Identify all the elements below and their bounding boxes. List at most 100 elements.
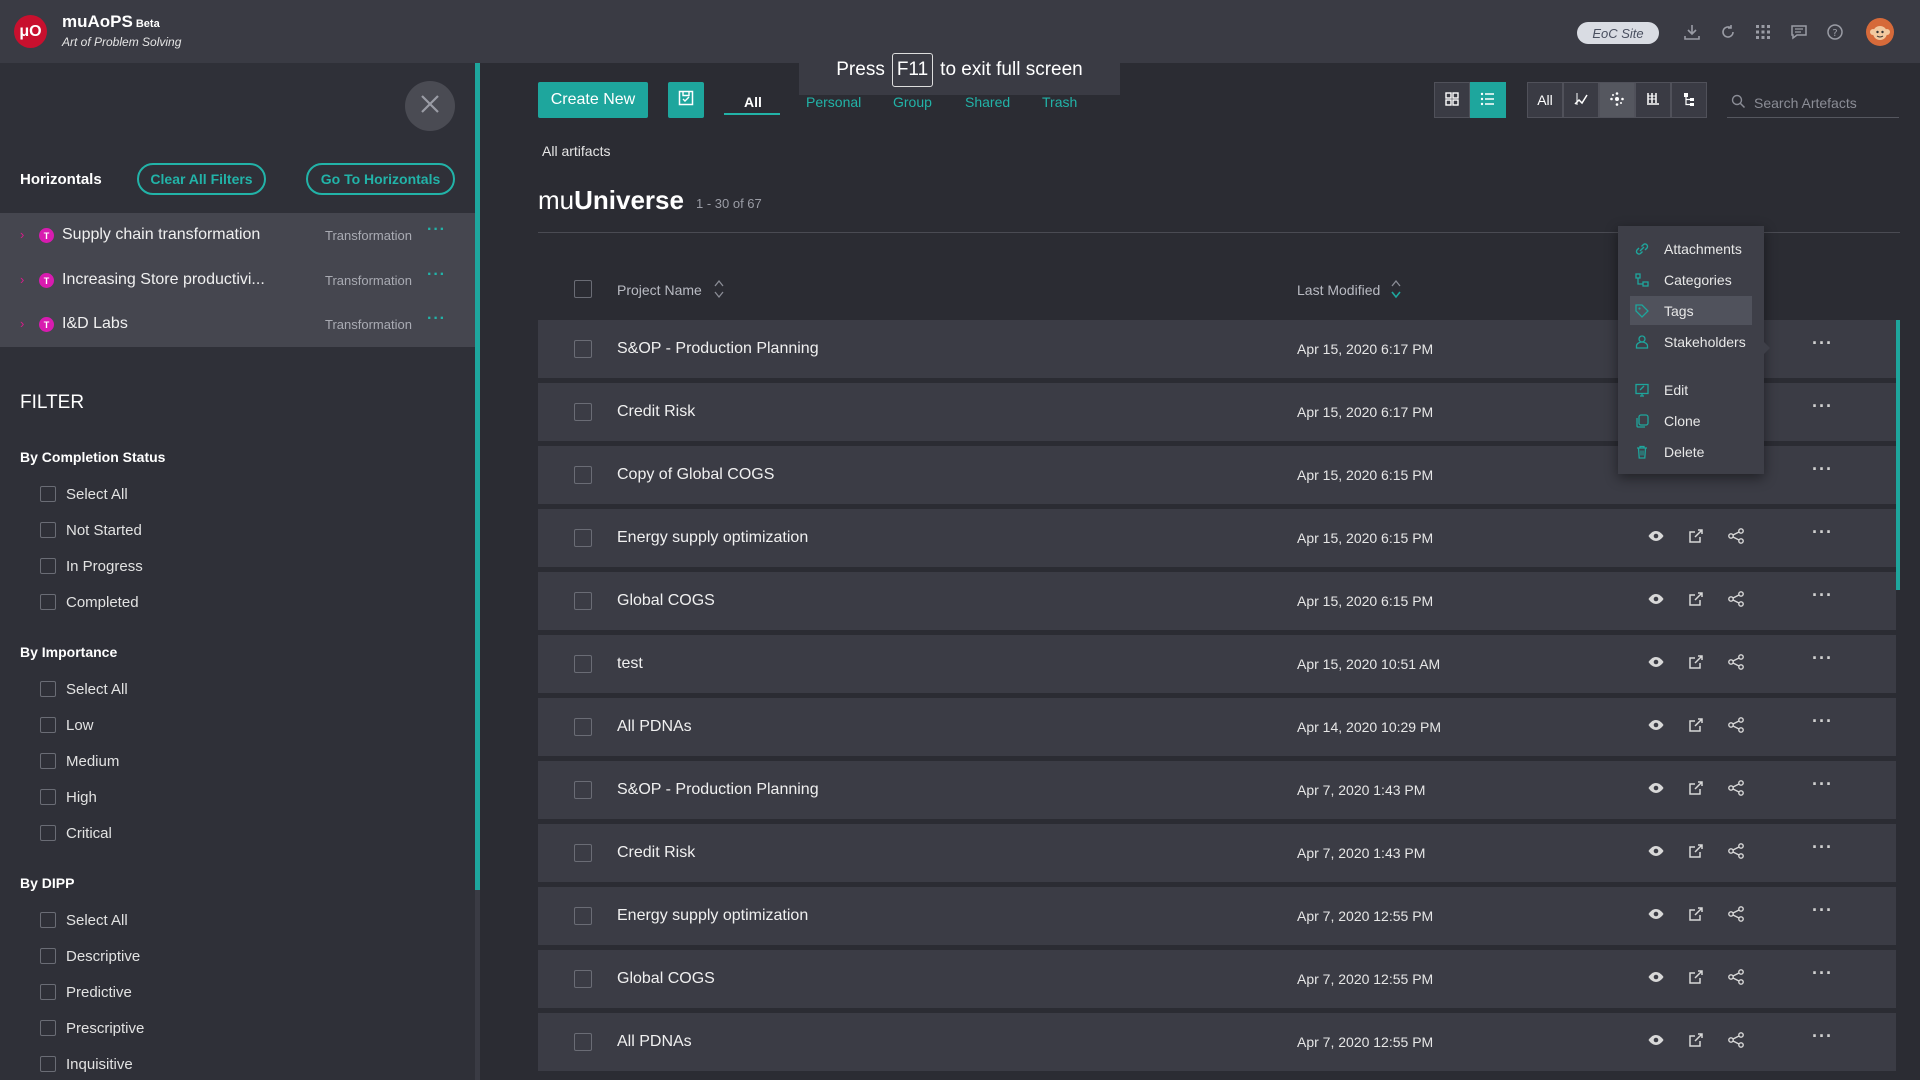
menu-item-tags[interactable]: Tags: [1630, 296, 1752, 325]
project-name[interactable]: Copy of Global COGS: [617, 466, 774, 484]
eye-icon[interactable]: [1646, 967, 1666, 987]
filter-option[interactable]: Prescriptive: [40, 1018, 144, 1038]
table-row[interactable]: Global COGS Apr 7, 2020 12:55 PM ···: [538, 950, 1896, 1008]
tab-trash[interactable]: Trash: [1042, 94, 1077, 110]
row-checkbox[interactable]: [574, 655, 592, 673]
close-sidebar-button[interactable]: [405, 81, 455, 131]
eye-icon[interactable]: [1646, 841, 1666, 861]
chat-icon[interactable]: [1789, 22, 1809, 42]
project-name[interactable]: Credit Risk: [617, 844, 695, 862]
share-icon[interactable]: [1726, 1030, 1746, 1050]
more-options-icon[interactable]: ···: [1812, 963, 1833, 984]
filter-option[interactable]: Low: [40, 715, 94, 735]
checkbox[interactable]: [40, 912, 56, 928]
sort-icon[interactable]: [1390, 278, 1402, 305]
filter-option[interactable]: Critical: [40, 823, 112, 843]
row-checkbox[interactable]: [574, 403, 592, 421]
export-icon[interactable]: [1686, 526, 1706, 546]
horizontal-item[interactable]: › T Increasing Store productivi... Trans…: [0, 259, 475, 303]
more-options-icon[interactable]: ···: [1812, 459, 1833, 480]
checkbox[interactable]: [40, 1020, 56, 1036]
export-icon[interactable]: [1686, 778, 1706, 798]
project-name[interactable]: Global COGS: [617, 592, 715, 610]
refresh-icon[interactable]: [1718, 22, 1738, 42]
avatar[interactable]: [1866, 18, 1894, 46]
more-options-icon[interactable]: ···: [1812, 837, 1833, 858]
project-name[interactable]: Credit Risk: [617, 403, 695, 421]
project-name[interactable]: S&OP - Production Planning: [617, 340, 819, 358]
project-name[interactable]: Global COGS: [617, 970, 715, 988]
eye-icon[interactable]: [1646, 652, 1666, 672]
filter-option[interactable]: In Progress: [40, 556, 143, 576]
export-icon[interactable]: [1686, 715, 1706, 735]
share-icon[interactable]: [1726, 904, 1746, 924]
filter-option[interactable]: Medium: [40, 751, 119, 771]
create-new-button[interactable]: Create New: [538, 82, 648, 118]
project-name[interactable]: All PDNAs: [617, 1033, 692, 1051]
list-view-button[interactable]: [1470, 82, 1506, 118]
row-checkbox[interactable]: [574, 970, 592, 988]
tab-personal[interactable]: Personal: [806, 94, 861, 110]
checkbox[interactable]: [40, 522, 56, 538]
export-icon[interactable]: [1686, 904, 1706, 924]
filter-option[interactable]: Inquisitive: [40, 1054, 133, 1074]
app-logo[interactable]: μO: [14, 15, 47, 48]
filter-option[interactable]: Predictive: [40, 982, 132, 1002]
sidebar-scroll-track[interactable]: [475, 890, 480, 1080]
more-options-icon[interactable]: ···: [1812, 774, 1833, 795]
table-row[interactable]: Energy supply optimization Apr 7, 2020 12…: [538, 887, 1896, 945]
export-icon[interactable]: [1686, 967, 1706, 987]
row-checkbox[interactable]: [574, 466, 592, 484]
chevron-right-icon[interactable]: ›: [20, 227, 24, 242]
more-options-icon[interactable]: ···: [1812, 396, 1833, 417]
go-to-horizontals-button[interactable]: Go To Horizontals: [306, 163, 455, 195]
apps-grid-icon[interactable]: [1753, 22, 1773, 42]
project-name[interactable]: test: [617, 655, 643, 673]
more-options-icon[interactable]: ···: [1812, 648, 1833, 669]
tab-all[interactable]: All: [744, 94, 762, 110]
more-options-icon[interactable]: ···: [1812, 333, 1833, 354]
menu-item-clone[interactable]: Clone: [1630, 406, 1752, 435]
eye-icon[interactable]: [1646, 715, 1666, 735]
search-input[interactable]: Search Artefacts: [1727, 88, 1899, 118]
checkbox[interactable]: [40, 486, 56, 502]
row-checkbox[interactable]: [574, 907, 592, 925]
share-icon[interactable]: [1726, 841, 1746, 861]
export-icon[interactable]: [1686, 652, 1706, 672]
share-icon[interactable]: [1726, 652, 1746, 672]
eye-icon[interactable]: [1646, 526, 1666, 546]
filter-option[interactable]: Completed: [40, 592, 139, 612]
table-row[interactable]: All PDNAs Apr 7, 2020 12:55 PM ···: [538, 1013, 1896, 1071]
filter-option[interactable]: Select All: [40, 910, 128, 930]
filter-table-button[interactable]: [1635, 82, 1671, 118]
row-checkbox[interactable]: [574, 781, 592, 799]
clear-all-filters-button[interactable]: Clear All Filters: [137, 163, 266, 195]
grid-view-button[interactable]: [1434, 82, 1470, 118]
project-name[interactable]: Energy supply optimization: [617, 529, 808, 547]
help-icon[interactable]: ?: [1825, 22, 1845, 42]
checkbox[interactable]: [40, 984, 56, 1000]
checkbox[interactable]: [40, 717, 56, 733]
eye-icon[interactable]: [1646, 1030, 1666, 1050]
sort-icon[interactable]: [713, 278, 725, 305]
project-name[interactable]: Energy supply optimization: [617, 907, 808, 925]
row-checkbox[interactable]: [574, 718, 592, 736]
row-checkbox[interactable]: [574, 1033, 592, 1051]
checkbox[interactable]: [40, 558, 56, 574]
checkbox[interactable]: [40, 681, 56, 697]
chevron-right-icon[interactable]: ›: [20, 316, 24, 331]
select-all-checkbox[interactable]: [574, 280, 592, 298]
share-icon[interactable]: [1726, 967, 1746, 987]
eye-icon[interactable]: [1646, 778, 1666, 798]
column-header-modified[interactable]: Last Modified: [1297, 282, 1380, 298]
breadcrumb[interactable]: All artifacts: [542, 143, 610, 159]
column-header-project[interactable]: Project Name: [617, 282, 702, 298]
table-row[interactable]: S&OP - Production Planning Apr 7, 2020 1:…: [538, 761, 1896, 819]
more-options-icon[interactable]: ···: [427, 310, 446, 328]
filter-option[interactable]: Select All: [40, 679, 128, 699]
eye-icon[interactable]: [1646, 589, 1666, 609]
checkbox[interactable]: [40, 753, 56, 769]
share-icon[interactable]: [1726, 778, 1746, 798]
export-icon[interactable]: [1686, 589, 1706, 609]
more-options-icon[interactable]: ···: [1812, 522, 1833, 543]
